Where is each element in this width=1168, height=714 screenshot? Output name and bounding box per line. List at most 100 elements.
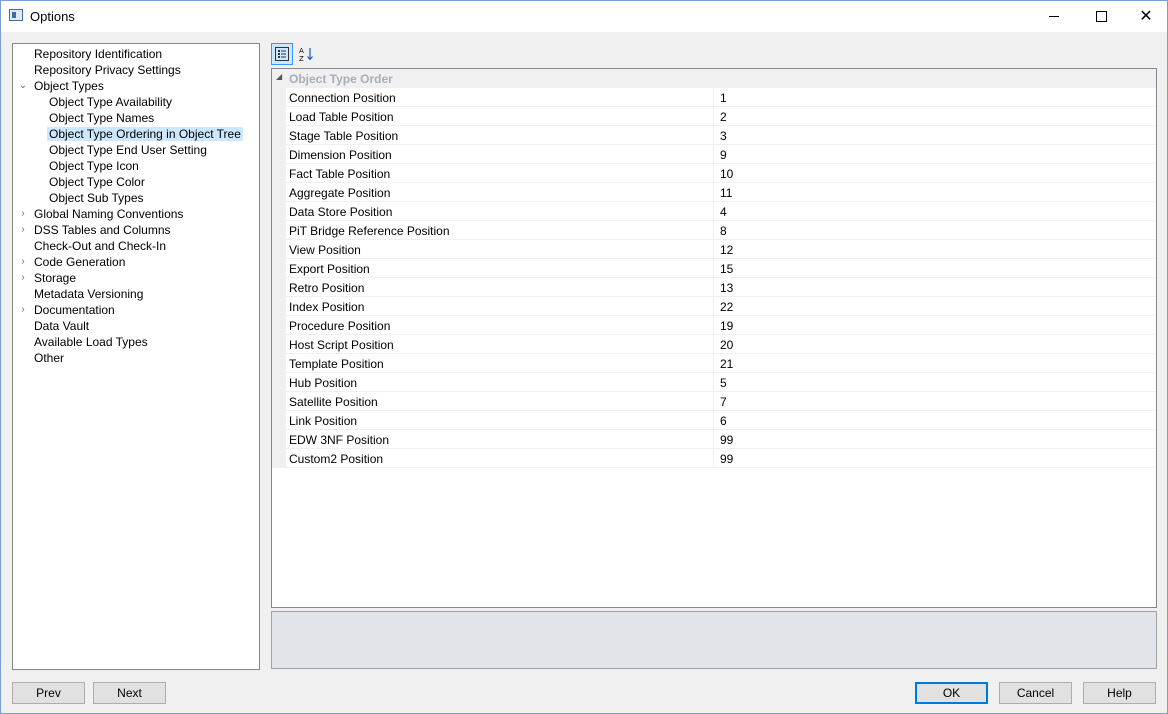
property-name[interactable]: Index Position — [289, 300, 709, 314]
property-name[interactable]: Load Table Position — [289, 110, 709, 124]
property-value[interactable]: 8 — [720, 224, 727, 238]
property-row[interactable]: Aggregate Position 11 — [272, 183, 1156, 202]
property-value[interactable]: 99 — [720, 433, 733, 447]
tree-item-dss-tables-and-columns[interactable]: DSS Tables and Columns — [32, 222, 173, 238]
chevron-down-icon[interactable]: ⌄ — [18, 78, 28, 94]
tree-item-object-sub-types[interactable]: Object Sub Types — [47, 190, 146, 206]
tree-item-object-type-end-user-setting[interactable]: Object Type End User Setting — [47, 142, 209, 158]
categorized-view-button[interactable] — [271, 43, 293, 65]
property-row[interactable]: Export Position 15 — [272, 259, 1156, 278]
property-name[interactable]: Connection Position — [289, 91, 709, 105]
property-value[interactable]: 19 — [720, 319, 733, 333]
property-value[interactable]: 9 — [720, 148, 727, 162]
property-value[interactable]: 12 — [720, 243, 733, 257]
cancel-button[interactable]: Cancel — [999, 682, 1072, 704]
property-row[interactable]: Hub Position 5 — [272, 373, 1156, 392]
help-button[interactable]: Help — [1083, 682, 1156, 704]
property-row[interactable]: Stage Table Position 3 — [272, 126, 1156, 145]
property-row[interactable]: Host Script Position 20 — [272, 335, 1156, 354]
property-row[interactable]: Connection Position 1 — [272, 88, 1156, 107]
property-name[interactable]: Data Store Position — [289, 205, 709, 219]
tree-item-metadata-versioning[interactable]: Metadata Versioning — [32, 286, 145, 302]
property-value[interactable]: 4 — [720, 205, 727, 219]
column-divider[interactable] — [713, 373, 714, 392]
property-name[interactable]: Fact Table Position — [289, 167, 709, 181]
property-row[interactable]: Link Position 6 — [272, 411, 1156, 430]
property-row[interactable]: Load Table Position 2 — [272, 107, 1156, 126]
column-divider[interactable] — [713, 278, 714, 297]
property-name[interactable]: Export Position — [289, 262, 709, 276]
property-value[interactable]: 1 — [720, 91, 727, 105]
tree-item-object-types[interactable]: Object Types — [32, 78, 106, 94]
alphabetical-view-button[interactable]: A Z — [295, 43, 317, 65]
tree-item-repository-identification[interactable]: Repository Identification — [32, 46, 164, 62]
tree-item-check-out-and-check-in[interactable]: Check-Out and Check-In — [32, 238, 168, 254]
column-divider[interactable] — [713, 411, 714, 430]
tree-item-code-generation[interactable]: Code Generation — [32, 254, 127, 270]
property-value[interactable]: 3 — [720, 129, 727, 143]
maximize-button[interactable] — [1078, 1, 1124, 32]
column-divider[interactable] — [713, 335, 714, 354]
property-row[interactable]: Custom2 Position 99 — [272, 449, 1156, 468]
property-value[interactable]: 10 — [720, 167, 733, 181]
minimize-button[interactable] — [1031, 1, 1077, 32]
chevron-right-icon[interactable]: › — [18, 222, 28, 238]
tree-item-available-load-types[interactable]: Available Load Types — [32, 334, 150, 350]
property-row[interactable]: View Position 12 — [272, 240, 1156, 259]
property-grid[interactable]: ◢ Object Type Order Connection Position 1… — [271, 68, 1157, 608]
property-row[interactable]: EDW 3NF Position 99 — [272, 430, 1156, 449]
tree-item-object-type-color[interactable]: Object Type Color — [47, 174, 147, 190]
chevron-right-icon[interactable]: › — [18, 270, 28, 286]
property-value[interactable]: 21 — [720, 357, 733, 371]
column-divider[interactable] — [713, 183, 714, 202]
property-value[interactable]: 20 — [720, 338, 733, 352]
column-divider[interactable] — [713, 297, 714, 316]
tree-item-object-type-icon[interactable]: Object Type Icon — [47, 158, 141, 174]
property-name[interactable]: Host Script Position — [289, 338, 709, 352]
property-value[interactable]: 6 — [720, 414, 727, 428]
property-value[interactable]: 7 — [720, 395, 727, 409]
column-divider[interactable] — [713, 145, 714, 164]
property-value[interactable]: 13 — [720, 281, 733, 295]
property-name[interactable]: Aggregate Position — [289, 186, 709, 200]
tree-item-storage[interactable]: Storage — [32, 270, 78, 286]
property-value[interactable]: 15 — [720, 262, 733, 276]
property-row[interactable]: Procedure Position 19 — [272, 316, 1156, 335]
column-divider[interactable] — [713, 240, 714, 259]
property-row[interactable]: Fact Table Position 10 — [272, 164, 1156, 183]
column-divider[interactable] — [713, 259, 714, 278]
tree-item-repository-privacy-settings[interactable]: Repository Privacy Settings — [32, 62, 183, 78]
column-divider[interactable] — [713, 164, 714, 183]
property-name[interactable]: EDW 3NF Position — [289, 433, 709, 447]
tree-item-documentation[interactable]: Documentation — [32, 302, 117, 318]
ok-button[interactable]: OK — [915, 682, 988, 704]
property-name[interactable]: Custom2 Position — [289, 452, 709, 466]
prev-button[interactable]: Prev — [12, 682, 85, 704]
property-value[interactable]: 2 — [720, 110, 727, 124]
tree-item-data-vault[interactable]: Data Vault — [32, 318, 91, 334]
property-value[interactable]: 5 — [720, 376, 727, 390]
column-divider[interactable] — [713, 107, 714, 126]
property-name[interactable]: Retro Position — [289, 281, 709, 295]
property-value[interactable]: 11 — [720, 186, 732, 200]
property-name[interactable]: Hub Position — [289, 376, 709, 390]
column-divider[interactable] — [713, 126, 714, 145]
column-divider[interactable] — [713, 354, 714, 373]
tree-item-object-type-names[interactable]: Object Type Names — [47, 110, 156, 126]
chevron-right-icon[interactable]: › — [18, 302, 28, 318]
property-name[interactable]: Dimension Position — [289, 148, 709, 162]
property-row[interactable]: Template Position 21 — [272, 354, 1156, 373]
close-button[interactable]: ✕ — [1123, 1, 1168, 32]
property-name[interactable]: Satellite Position — [289, 395, 709, 409]
column-divider[interactable] — [713, 392, 714, 411]
property-row[interactable]: Index Position 22 — [272, 297, 1156, 316]
chevron-right-icon[interactable]: › — [18, 206, 28, 222]
property-name[interactable]: Stage Table Position — [289, 129, 709, 143]
property-value[interactable]: 22 — [720, 300, 733, 314]
tree-item-global-naming-conventions[interactable]: Global Naming Conventions — [32, 206, 185, 222]
column-divider[interactable] — [713, 88, 714, 107]
tree-item-object-type-availability[interactable]: Object Type Availability — [47, 94, 174, 110]
tree-item-other[interactable]: Other — [32, 350, 66, 366]
property-row[interactable]: Data Store Position 4 — [272, 202, 1156, 221]
category-row[interactable]: ◢ Object Type Order — [272, 69, 1156, 88]
